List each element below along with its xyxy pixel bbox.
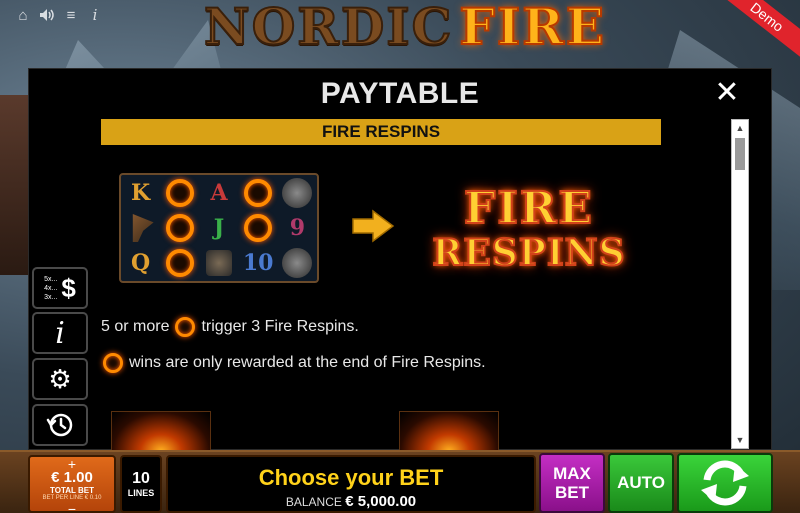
reel-symbol-10: 10 [242, 250, 274, 277]
total-bet-box[interactable]: + € 1.00 TOTAL BET BET PER LINE € 0.10 − [28, 455, 116, 513]
total-bet-label: TOTAL BET [50, 486, 94, 495]
lines-value: 10 [132, 470, 150, 487]
reel-cell-letter: K [121, 175, 160, 210]
scrollbar[interactable]: ▲ ▼ [731, 119, 749, 449]
fire-ring-icon [165, 178, 194, 207]
fire-respins-logo: FIRE RESPINS [424, 179, 634, 279]
paytable-mini-line: 5x... [44, 275, 58, 283]
fire-ring-icon [244, 213, 273, 242]
viking-icon [282, 248, 313, 279]
reel-cell-knot [199, 246, 238, 281]
rule-trigger: 5 or more trigger 3 Fire Respins. [101, 317, 359, 337]
rule-1-prefix: 5 or more [101, 318, 170, 335]
info-icon[interactable]: i [86, 6, 104, 24]
info-button[interactable]: i [32, 312, 88, 354]
rule-2-text: wins are only rewarded at the end of Fir… [129, 354, 486, 371]
dollar-icon: $ [61, 272, 76, 303]
reel-cell-fire-ring [160, 175, 199, 210]
reel-symbol-q: Q [131, 250, 151, 277]
logo-fire: FIRE [458, 0, 606, 57]
sound-icon[interactable] [38, 6, 56, 24]
settings-button[interactable]: ⚙ [32, 358, 88, 400]
history-icon [46, 413, 73, 437]
fire-symbol-tile [399, 411, 499, 451]
scrollbar-thumb[interactable] [735, 138, 745, 170]
reel-cell-letter: Q [121, 246, 160, 281]
game-logo: NORDIC FIRE [203, 0, 606, 58]
reel-cell-letter: J [199, 210, 238, 245]
fire-ring-icon [175, 317, 196, 337]
rule-reward: wins are only rewarded at the end of Fir… [103, 353, 486, 373]
status-message: Choose your BET [258, 465, 444, 490]
gear-icon: ⚙ [48, 363, 72, 394]
knot-icon [205, 250, 232, 277]
balance-line: BALANCE € 5,000.00 [286, 493, 416, 510]
fire-respins-logo-line-1: FIRE [463, 183, 594, 234]
fire-ring-icon [103, 353, 123, 373]
rule-1-suffix: trigger 3 Fire Respins. [201, 318, 359, 335]
reel-cell-fire-ring [239, 210, 278, 245]
reel-cell-fire-ring [160, 246, 199, 281]
home-icon[interactable]: ⌂ [14, 6, 32, 24]
reel-symbol-a: A [210, 179, 228, 206]
balance-label: BALANCE [285, 495, 342, 509]
axe-icon [132, 213, 154, 242]
viking-icon [282, 177, 313, 208]
paytable-mini-line: 4x... [44, 284, 58, 292]
fire-respins-logo-line-2: RESPINS [431, 232, 626, 274]
reel-symbol-9: 9 [289, 214, 306, 241]
total-bet-value: € 1.00 [51, 469, 93, 486]
close-button[interactable]: ✕ [713, 78, 741, 108]
reel-cell-viking [278, 175, 317, 210]
lines-label: LINES [127, 488, 155, 498]
bet-decrease-button[interactable]: − [68, 502, 76, 513]
top-icon-bar: ⌂ ≡ i [14, 6, 104, 24]
scroll-up-icon[interactable]: ▲ [732, 122, 748, 134]
info-icon: i [55, 315, 65, 351]
history-button[interactable] [32, 404, 88, 446]
reel-cell-viking [278, 246, 317, 281]
message-box: Choose your BET BALANCE € 5,000.00 [166, 455, 536, 513]
max-bet-button[interactable]: MAX BET [539, 453, 605, 513]
logo-nordic: NORDIC [203, 0, 454, 57]
paytable-modal: PAYTABLE ✕ FIRE RESPINS K A J 9 Q 10 FIRE RES… [28, 68, 772, 451]
reel-cell-letter: 10 [239, 246, 278, 281]
paytable-mini-line: 3x... [44, 293, 58, 301]
house-left [0, 95, 30, 275]
reel-cell-axe [121, 210, 160, 245]
fire-ring-icon [165, 213, 194, 242]
reel-symbol-j: J [213, 214, 225, 241]
reel-symbol-k: K [131, 179, 151, 206]
reel-cell-fire-ring [239, 175, 278, 210]
paytable-button[interactable]: 5x... 4x... 3x... $ [32, 267, 88, 309]
arrow-right-icon [352, 209, 395, 243]
fire-ring-icon [244, 178, 273, 207]
paytable-mini-lines: 5x... 4x... 3x... [44, 275, 57, 302]
autoplay-button[interactable]: AUTO [608, 453, 674, 513]
max-bet-label-1: MAX [553, 464, 591, 483]
reel-cell-letter: A [199, 175, 238, 210]
fire-symbol-tile [111, 411, 211, 451]
paytable-title: PAYTABLE [320, 77, 480, 110]
menu-icon[interactable]: ≡ [62, 6, 80, 24]
lines-box: 10 LINES [120, 455, 162, 513]
balance-value: € 5,000.00 [345, 493, 417, 510]
section-header-fire-respins: FIRE RESPINS [101, 119, 661, 145]
fire-ring-icon [165, 249, 194, 278]
reel-preview: K A J 9 Q 10 [119, 173, 319, 283]
max-bet-label-2: BET [555, 483, 589, 502]
spin-icon [701, 460, 749, 506]
reel-cell-fire-ring [160, 210, 199, 245]
spin-button[interactable] [677, 453, 773, 513]
scroll-down-icon[interactable]: ▼ [732, 434, 748, 446]
reel-cell-letter: 9 [278, 210, 317, 245]
